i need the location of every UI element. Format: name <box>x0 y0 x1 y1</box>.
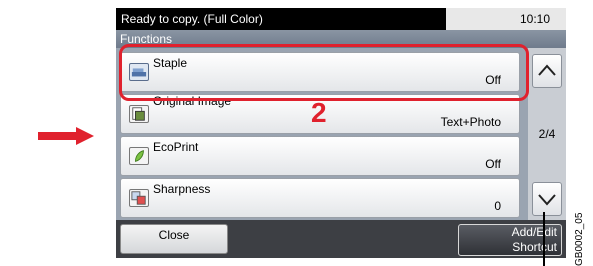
function-value: Off <box>485 157 501 171</box>
ecoprint-icon <box>129 147 149 165</box>
page-indicator: 2/4 <box>538 127 556 141</box>
close-button[interactable]: Close <box>120 224 228 254</box>
function-row-ecoprint[interactable]: EcoPrint Off <box>120 136 520 176</box>
status-bar: Ready to copy. (Full Color) 10:10 <box>116 8 566 30</box>
status-time: 10:10 <box>519 12 550 26</box>
function-label: EcoPrint <box>153 140 199 154</box>
pointer-arrow-icon <box>38 127 94 145</box>
chevron-up-icon <box>538 64 556 76</box>
scroll-up-button[interactable] <box>532 54 562 88</box>
sharpness-icon <box>129 189 149 207</box>
step-number: 2 <box>311 97 327 128</box>
status-message: Ready to copy. (Full Color) <box>116 8 446 30</box>
highlight-frame <box>119 44 529 101</box>
scroll-down-button[interactable] <box>532 182 562 216</box>
figure-code: GB0002_05 <box>574 212 585 266</box>
function-value: 0 <box>494 199 501 213</box>
function-value: Text+Photo <box>440 115 501 129</box>
chevron-down-icon <box>538 194 556 206</box>
function-label: Sharpness <box>153 182 211 196</box>
add-edit-shortcut-button[interactable]: Add/Edit Shortcut <box>458 224 562 256</box>
original-image-icon <box>129 105 149 123</box>
function-row-sharpness[interactable]: Sharpness 0 <box>120 178 520 218</box>
pointer-line <box>543 212 545 266</box>
